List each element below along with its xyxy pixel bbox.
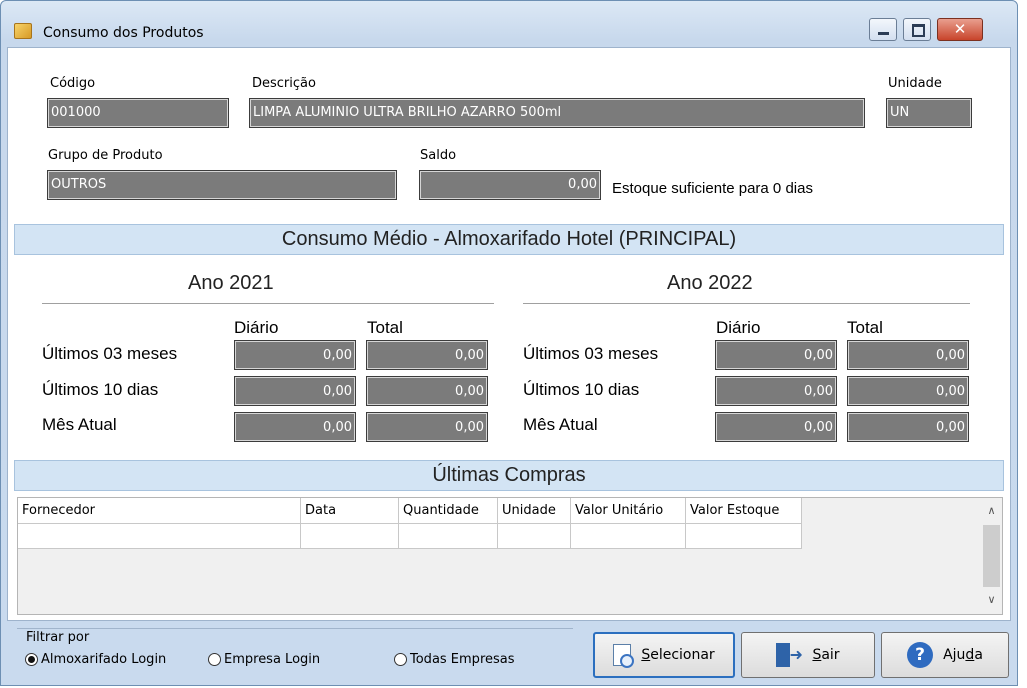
- codigo-label: Código: [50, 76, 96, 91]
- filtro-label: Filtrar por: [26, 630, 90, 645]
- col-fornecedor[interactable]: Fornecedor: [18, 498, 301, 524]
- ajuda-label: Ajuda: [943, 647, 983, 663]
- scroll-down-icon[interactable]: ∨: [981, 590, 1002, 610]
- diario-03-meses-2022[interactable]: 0,00: [715, 340, 837, 370]
- minimize-icon: [878, 32, 889, 35]
- row-label-03-meses: Últimos 03 meses: [523, 344, 659, 363]
- exit-door-icon: ➜: [776, 642, 803, 668]
- total-03-meses-2021[interactable]: 0,00: [366, 340, 488, 370]
- radio-label: Almoxarifado Login: [41, 652, 167, 667]
- row-label-03-meses: Últimos 03 meses: [42, 344, 178, 363]
- minimize-button[interactable]: [869, 18, 897, 41]
- diario-03-meses-2021[interactable]: 0,00: [234, 340, 356, 370]
- select-document-icon: [613, 644, 635, 668]
- radio-unselected-icon: [208, 653, 221, 666]
- table-cell[interactable]: [18, 524, 301, 549]
- table-cell[interactable]: [301, 524, 399, 549]
- col-valor-estoque[interactable]: Valor Estoque: [686, 498, 802, 524]
- col-data[interactable]: Data: [301, 498, 399, 524]
- radio-unselected-icon: [394, 653, 407, 666]
- radio-label: Empresa Login: [224, 652, 321, 667]
- col-unidade[interactable]: Unidade: [498, 498, 571, 524]
- radio-selected-icon: [25, 653, 38, 666]
- diario-mes-atual-2021[interactable]: 0,00: [234, 412, 356, 442]
- table-cell[interactable]: [686, 524, 802, 549]
- table-cell[interactable]: [571, 524, 686, 549]
- scroll-up-icon[interactable]: ∧: [981, 501, 1002, 521]
- codigo-field[interactable]: 001000: [47, 98, 229, 128]
- col-diario-label: Diário: [716, 318, 761, 337]
- col-valor-unitario[interactable]: Valor Unitário: [571, 498, 686, 524]
- grupo-label: Grupo de Produto: [48, 148, 163, 163]
- unidade-label: Unidade: [888, 76, 942, 91]
- selecionar-button[interactable]: Selecionar: [593, 632, 735, 678]
- year-title-2021: Ano 2021: [188, 272, 274, 294]
- saldo-label: Saldo: [420, 148, 457, 163]
- radio-label: Todas Empresas: [410, 652, 515, 667]
- radio-empresa-login[interactable]: Empresa Login: [208, 652, 320, 667]
- maximize-button[interactable]: [903, 18, 931, 41]
- table-cell[interactable]: [498, 524, 571, 549]
- estoque-message: Estoque suficiente para 0 dias: [612, 180, 813, 197]
- total-10-dias-2022[interactable]: 0,00: [847, 376, 969, 406]
- table-cell[interactable]: [399, 524, 498, 549]
- help-icon: ?: [907, 642, 934, 668]
- diario-mes-atual-2022[interactable]: 0,00: [715, 412, 837, 442]
- divider: [523, 303, 970, 304]
- maximize-icon: [912, 24, 925, 37]
- row-label-10-dias: Últimos 10 dias: [523, 380, 640, 399]
- year-title-2022: Ano 2022: [667, 272, 753, 294]
- compras-header: Últimas Compras: [14, 460, 1004, 491]
- consumo-header: Consumo Médio - Almoxarifado Hotel (PRIN…: [14, 224, 1004, 255]
- radio-todas-empresas[interactable]: Todas Empresas: [394, 652, 515, 667]
- compras-grid[interactable]: Fornecedor Data Quantidade Unidade Valor…: [17, 497, 1003, 615]
- row-label-mes-atual: Mês Atual: [42, 415, 117, 434]
- ajuda-button[interactable]: ? Ajuda: [881, 632, 1009, 678]
- col-diario-label: Diário: [234, 318, 279, 337]
- radio-almoxarifado-login[interactable]: Almoxarifado Login: [25, 652, 166, 667]
- selecionar-label: Selecionar: [641, 647, 715, 663]
- row-label-10-dias: Últimos 10 dias: [42, 380, 159, 399]
- descricao-field[interactable]: LIMPA ALUMINIO ULTRA BRILHO AZARRO 500ml: [249, 98, 865, 128]
- total-mes-atual-2022[interactable]: 0,00: [847, 412, 969, 442]
- close-icon: ✕: [953, 20, 967, 38]
- sair-button[interactable]: ➜ Sair: [741, 632, 875, 678]
- divider: [42, 303, 494, 304]
- descricao-label: Descrição: [252, 76, 316, 91]
- grupo-field[interactable]: OUTROS: [47, 170, 397, 200]
- title-bar[interactable]: Consumo dos Produtos ✕: [1, 1, 1017, 41]
- scroll-thumb[interactable]: [983, 525, 1000, 587]
- app-icon: [14, 23, 32, 39]
- sair-label: Sair: [812, 647, 840, 663]
- total-03-meses-2022[interactable]: 0,00: [847, 340, 969, 370]
- col-quantidade[interactable]: Quantidade: [399, 498, 498, 524]
- vertical-scrollbar[interactable]: ∧ ∨: [981, 498, 1002, 614]
- diario-10-dias-2022[interactable]: 0,00: [715, 376, 837, 406]
- col-total-label: Total: [847, 318, 883, 337]
- col-total-label: Total: [367, 318, 403, 337]
- total-mes-atual-2021[interactable]: 0,00: [366, 412, 488, 442]
- unidade-field[interactable]: UN: [886, 98, 972, 128]
- total-10-dias-2021[interactable]: 0,00: [366, 376, 488, 406]
- saldo-field[interactable]: 0,00: [419, 170, 601, 200]
- diario-10-dias-2021[interactable]: 0,00: [234, 376, 356, 406]
- row-label-mes-atual: Mês Atual: [523, 415, 598, 434]
- close-button[interactable]: ✕: [937, 18, 983, 41]
- window-title: Consumo dos Produtos: [43, 25, 204, 41]
